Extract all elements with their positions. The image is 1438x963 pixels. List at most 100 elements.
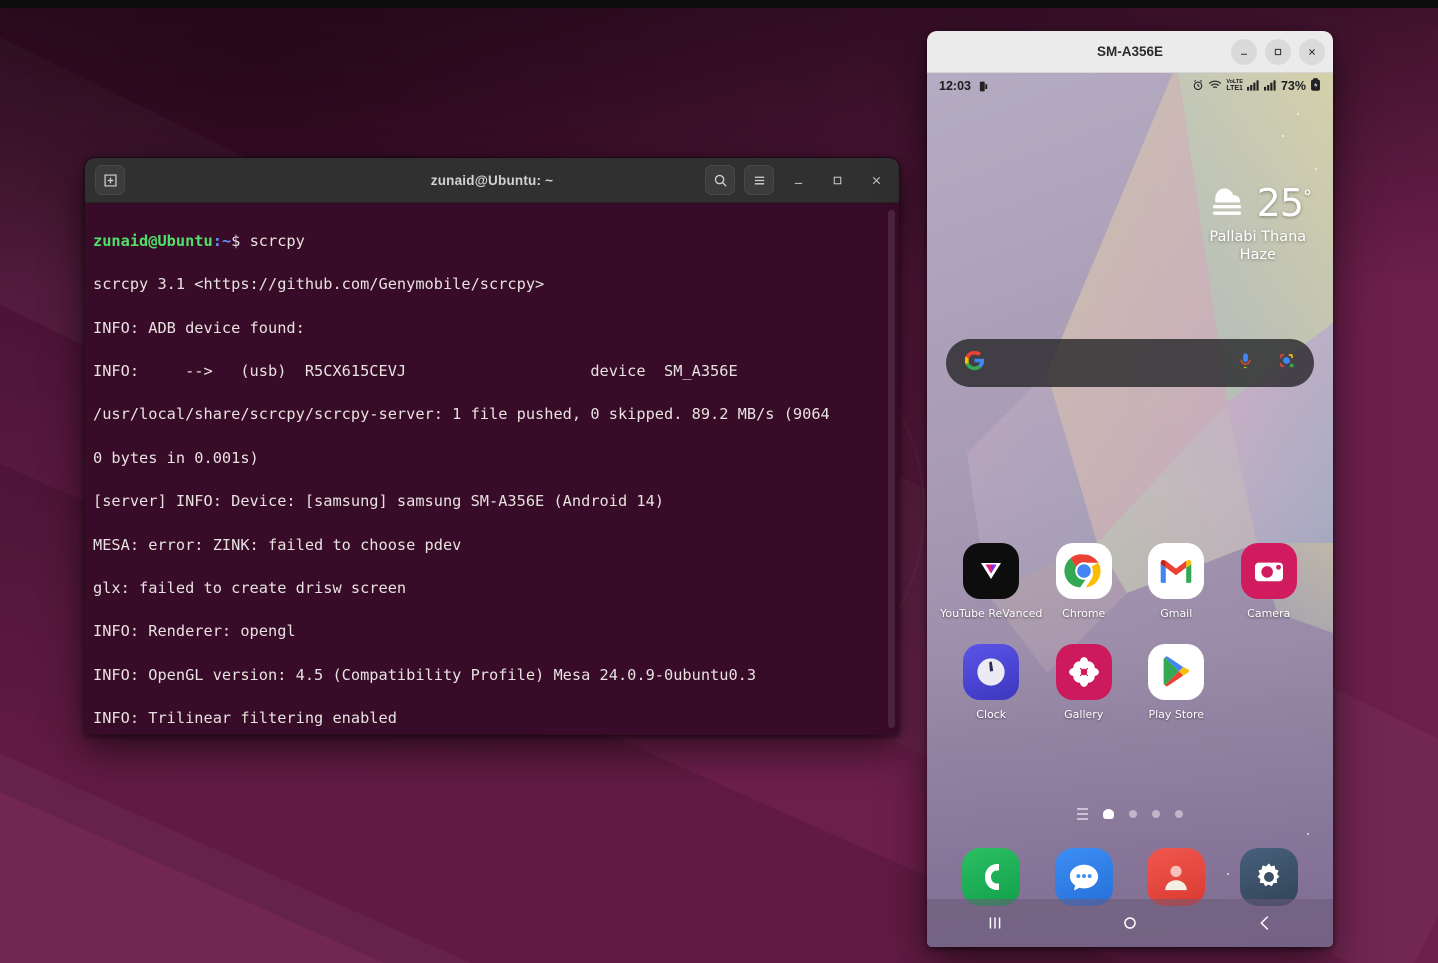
phone-icon[interactable] [962,848,1021,906]
app-gmail[interactable]: Gmail [1130,543,1223,620]
youtube-revanced-icon[interactable] [963,543,1020,599]
app-camera[interactable]: Camera [1223,543,1316,620]
desktop-top-bar [0,0,1438,8]
google-lens-icon[interactable] [1277,351,1296,375]
maximize-icon[interactable] [1265,38,1291,65]
maximize-icon[interactable] [822,165,852,195]
google-g-icon[interactable] [964,350,985,376]
app-grid: YouTube ReVanced Chrome Gmail Camera Clo… [927,543,1333,745]
weather-widget[interactable]: 25° Pallabi Thana Haze [1205,181,1312,263]
terminal-window[interactable]: zunaid@Ubuntu: ~ zunaid@Ubuntu:~$ scrcpy… [84,157,900,735]
signal-icon [1246,79,1260,94]
terminal-line: INFO: Renderer: opengl [93,622,296,641]
terminal-scrollbar[interactable] [888,210,895,728]
weather-location: Pallabi Thana [1209,229,1307,245]
app-row: Clock Gallery Play Store [927,644,1333,721]
prompt-sigil: $ [231,231,241,250]
new-tab-button[interactable] [95,165,125,195]
app-label: Gmail [1160,607,1193,620]
page-dot[interactable] [1175,810,1183,818]
app-label: YouTube ReVanced [940,607,1043,620]
hamburger-menu-icon[interactable] [744,165,774,195]
app-label: Camera [1247,607,1291,620]
app-label: Chrome [1062,607,1106,620]
dock-item-messages[interactable] [1038,848,1131,906]
prompt-command: scrcpy [240,231,305,250]
app-chrome[interactable]: Chrome [1038,543,1131,620]
page-indicator[interactable] [927,808,1333,820]
gallery-icon[interactable] [1055,644,1112,700]
app-empty-slot [1223,644,1316,721]
page-dot[interactable] [1129,810,1137,818]
app-label: Gallery [1064,708,1104,721]
back-button[interactable] [1198,912,1333,934]
minimize-icon[interactable] [1231,38,1257,65]
search-icon[interactable] [705,165,735,195]
clock-icon[interactable] [963,644,1020,700]
alarm-icon [1192,79,1204,94]
terminal-output[interactable]: zunaid@Ubuntu:~$ scrcpy scrcpy 3.1 <http… [85,203,899,734]
signal2-icon [1263,79,1277,94]
scrcpy-titlebar[interactable]: SM-A356E [927,31,1333,73]
dock-item-phone[interactable] [945,848,1038,906]
app-label: Clock [976,708,1007,721]
app-youtube-revanced[interactable]: YouTube ReVanced [940,543,1042,620]
chrome-icon[interactable] [1055,543,1112,599]
scrcpy-window[interactable]: SM-A356E 12:03 VoLTE LTE1 73% 25° Pallab… [927,31,1333,947]
play-store-icon[interactable] [1148,644,1205,700]
scrcpy-window-controls[interactable] [1231,31,1325,72]
app-clock[interactable]: Clock [945,644,1038,721]
contacts-icon[interactable] [1147,848,1206,906]
app-play-store[interactable]: Play Store [1130,644,1223,721]
weather-degree-symbol: ° [1303,186,1312,208]
terminal-line: INFO: ADB device found: [93,318,305,337]
microphone-icon[interactable] [1236,351,1255,375]
home-button[interactable] [1062,912,1197,934]
status-time: 12:03 [939,79,971,93]
terminal-window-controls[interactable] [705,165,891,195]
gmail-icon[interactable] [1148,543,1205,599]
terminal-line: /usr/local/share/scrcpy/scrcpy-server: 1… [93,405,830,424]
terminal-line: INFO: OpenGL version: 4.5 (Compatibility… [93,665,757,684]
wifi-icon [1208,79,1222,94]
battery-icon [1310,78,1321,94]
dock-item-contacts[interactable] [1130,848,1223,906]
settings-gear-icon[interactable] [1239,848,1298,906]
phone-dock [927,848,1333,906]
app-list-icon[interactable] [1077,808,1088,820]
app-row: YouTube ReVanced Chrome Gmail Camera [927,543,1333,620]
dnd-icon [977,80,990,93]
minimize-icon[interactable] [783,165,813,195]
app-gallery[interactable]: Gallery [1038,644,1131,721]
prompt-path: :~ [212,231,232,250]
status-right-icons: VoLTE LTE1 73% [1192,78,1321,94]
volte-icon: VoLTE LTE1 [1226,79,1243,92]
terminal-line: glx: failed to create drisw screen [93,578,407,597]
weather-temperature: 25 [1256,181,1304,225]
close-icon[interactable] [1299,38,1325,65]
app-label: Play Store [1148,708,1204,721]
page-dot[interactable] [1152,810,1160,818]
terminal-line: [server] INFO: Device: [samsung] samsung… [93,492,664,511]
phone-status-bar: 12:03 VoLTE LTE1 73% [927,73,1333,99]
page-dot-current[interactable] [1103,809,1114,819]
scrcpy-window-title: SM-A356E [1096,44,1164,59]
terminal-line: INFO: Trilinear filtering enabled [93,709,397,728]
terminal-line: MESA: error: ZINK: failed to choose pdev [93,535,462,554]
terminal-line: 0 bytes in 0.001s) [93,448,259,467]
close-icon[interactable] [861,165,891,195]
phone-screen[interactable]: 12:03 VoLTE LTE1 73% 25° Pallabi Thana H… [927,73,1333,947]
battery-percent-label: 73% [1280,79,1306,93]
dock-item-settings[interactable] [1223,848,1316,906]
terminal-titlebar[interactable]: zunaid@Ubuntu: ~ [85,158,899,203]
messages-icon[interactable] [1054,848,1113,906]
terminal-line: INFO: --> (usb) R5CX615CEVJ device SM_A3… [93,361,738,380]
terminal-line: scrcpy 3.1 <https://github.com/Genymobil… [93,275,545,294]
terminal-prompt-line: zunaid@Ubuntu:~$ scrcpy [93,231,889,253]
weather-condition: Haze [1239,247,1276,263]
prompt-user-host: zunaid@Ubuntu [93,231,213,250]
android-navigation-bar[interactable] [927,899,1333,947]
recents-button[interactable] [927,912,1062,934]
camera-icon[interactable] [1240,543,1297,599]
google-search-bar[interactable] [946,339,1314,387]
